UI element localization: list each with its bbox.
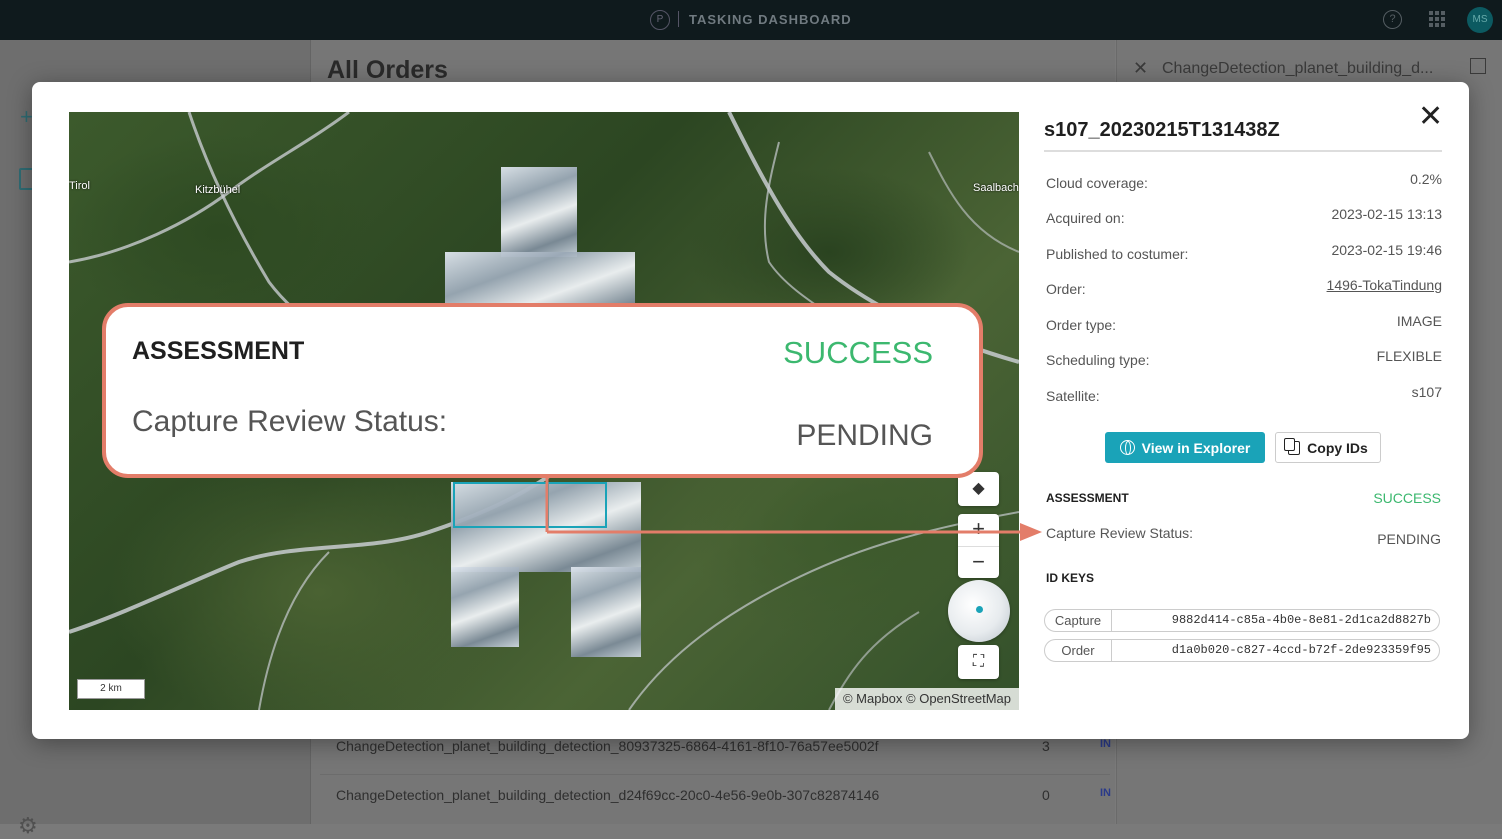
row-name: ChangeDetection_planet_building_detectio… (336, 738, 879, 754)
callout-title: ASSESSMENT (132, 337, 305, 365)
id-row-capture[interactable]: Capture 9882d414-c85a-4b0e-8e81-2d1ca2d8… (1044, 609, 1440, 632)
globe-icon (1119, 440, 1135, 455)
detail-value: 2023-02-15 13:13 (1331, 206, 1442, 222)
id-value[interactable]: 9882d414-c85a-4b0e-8e81-2d1ca2d8827b (1172, 610, 1431, 631)
top-bar: P TASKING DASHBOARD ? MS (0, 0, 1502, 40)
detail-label: Acquired on: (1046, 210, 1125, 226)
id-key: Order (1045, 640, 1112, 661)
row-count: 0 (1042, 787, 1050, 803)
detail-row-published: Published to costumer: 2023-02-15 19:46 (1046, 242, 1442, 266)
detail-row-cloud-coverage: Cloud coverage: 0.2% (1046, 171, 1442, 195)
table-row[interactable]: ChangeDetection_planet_building_detectio… (320, 774, 1111, 815)
title-separator (678, 11, 679, 27)
id-value[interactable]: d1a0b020-c827-4ccd-b72f-2de923359f95 (1172, 640, 1431, 661)
capture-details-modal: Tirol Kitzbühel Saalbach ◆ + − ⛶ 2 km © … (32, 82, 1469, 739)
map-label: Saalbach (973, 182, 1019, 194)
detail-label: Satellite: (1046, 388, 1100, 404)
capture-title: s107_20230215T131438Z (1044, 119, 1280, 141)
help-icon[interactable]: ? (1383, 10, 1402, 29)
detail-label: Order type: (1046, 317, 1117, 333)
imagery-footprint (451, 567, 519, 647)
detail-row-acquired: Acquired on: 2023-02-15 13:13 (1046, 206, 1442, 230)
copy-ids-button[interactable]: Copy IDs (1275, 432, 1381, 463)
review-status-value: PENDING (1377, 531, 1441, 547)
view-in-explorer-button[interactable]: View in Explorer (1105, 432, 1265, 463)
row-count: 3 (1042, 738, 1050, 754)
callout-value: PENDING (796, 419, 933, 452)
id-key: Capture (1045, 610, 1112, 631)
zoom-out-button[interactable]: − (958, 547, 999, 579)
review-status-label: Capture Review Status: (1046, 525, 1194, 541)
avatar[interactable]: MS (1467, 7, 1493, 33)
callout-label: Capture Review Status: (132, 405, 448, 438)
add-icon[interactable]: + (20, 104, 33, 130)
close-icon[interactable]: ✕ (1418, 102, 1443, 132)
detail-label: Cloud coverage: (1046, 175, 1148, 191)
app-title: TASKING DASHBOARD (689, 12, 852, 27)
assessment-status: SUCCESS (1373, 490, 1441, 506)
page-title: All Orders (327, 56, 448, 84)
selected-capture-outline[interactable] (547, 482, 607, 528)
detail-row-scheduling-type: Scheduling type: FLEXIBLE (1046, 348, 1442, 372)
imagery-footprint (571, 567, 641, 657)
panel-close-icon[interactable]: ✕ (1133, 58, 1148, 79)
panel-title: ChangeDetection_planet_building_d... (1162, 60, 1434, 77)
id-keys-heading: ID KEYS (1046, 571, 1095, 585)
detail-label: Order: (1046, 281, 1086, 297)
id-row-order[interactable]: Order d1a0b020-c827-4ccd-b72f-2de923359f… (1044, 639, 1440, 662)
detail-row-order-type: Order type: IMAGE (1046, 313, 1442, 337)
zoom-controls: + − (958, 514, 999, 578)
copy-icon (1284, 437, 1301, 455)
fit-bounds-icon[interactable]: ⛶ (958, 645, 999, 679)
view-in-explorer-label: View in Explorer (1141, 439, 1251, 456)
globe-minimap[interactable] (948, 580, 1010, 642)
layers-icon[interactable]: ◆ (958, 472, 999, 506)
detail-row-satellite: Satellite: s107 (1046, 384, 1442, 408)
map-label: Kitzbühel (195, 184, 241, 196)
detail-label: Scheduling type: (1046, 352, 1150, 368)
order-link[interactable]: 1496-TokaTindung (1327, 277, 1442, 293)
copy-ids-label: Copy IDs (1307, 439, 1368, 456)
zoom-in-button[interactable]: + (958, 514, 999, 547)
detail-label: Published to costumer: (1046, 246, 1189, 262)
assessment-heading: ASSESSMENT (1046, 491, 1129, 505)
open-external-icon[interactable] (1470, 58, 1486, 74)
map-label: Tirol (69, 180, 90, 192)
apps-grid-icon[interactable] (1429, 11, 1445, 27)
map-attribution[interactable]: © Mapbox © OpenStreetMap (834, 688, 1019, 710)
detail-value: IMAGE (1396, 313, 1442, 329)
status-badge: IN (1100, 738, 1111, 750)
map-scale: 2 km (77, 679, 145, 699)
gear-icon[interactable]: ⚙ (18, 813, 38, 839)
assessment-callout: ASSESSMENT SUCCESS Capture Review Status… (102, 303, 983, 478)
divider (1044, 150, 1442, 152)
detail-value: FLEXIBLE (1376, 348, 1442, 364)
selected-capture-outline[interactable] (453, 482, 549, 528)
imagery-footprint (501, 167, 577, 257)
callout-status: SUCCESS (783, 335, 933, 370)
detail-value: 0.2% (1410, 171, 1442, 187)
row-name: ChangeDetection_planet_building_detectio… (336, 787, 880, 803)
detail-value: s107 (1411, 384, 1442, 400)
status-badge: IN (1100, 787, 1111, 799)
detail-row-order: Order: 1496-TokaTindung (1046, 277, 1442, 301)
detail-value: 2023-02-15 19:46 (1331, 242, 1442, 258)
app-logo-icon: P (650, 10, 670, 30)
